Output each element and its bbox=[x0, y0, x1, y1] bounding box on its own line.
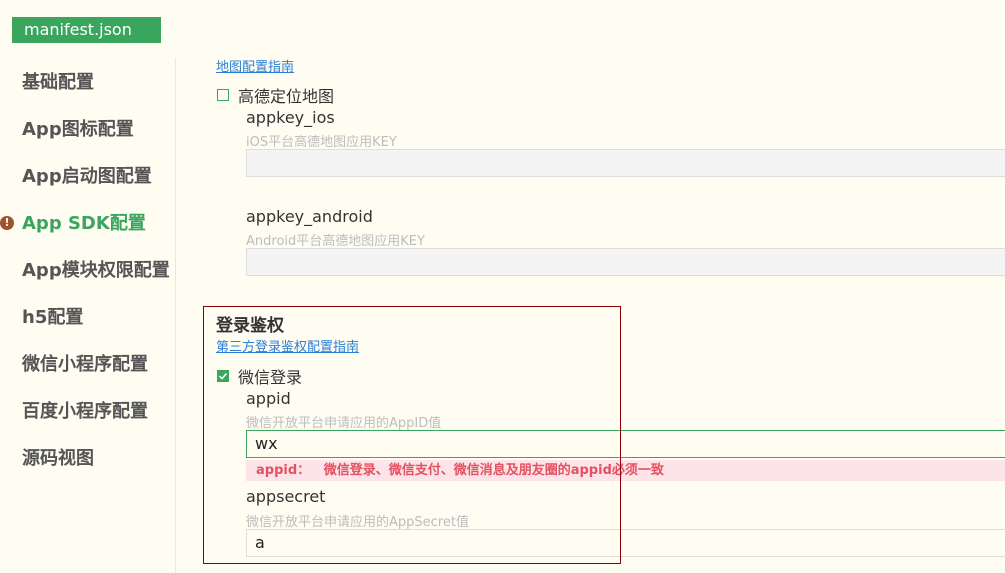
appid-error-message: appid： 微信登录、微信支付、微信消息及朋友圈的appid必须一致 bbox=[246, 460, 1005, 481]
appsecret-input[interactable]: a bbox=[246, 529, 1005, 557]
wechat-login-label: 微信登录 bbox=[238, 368, 303, 387]
appsecret-label: appsecret bbox=[246, 487, 326, 506]
exclamation-icon: ! bbox=[0, 216, 14, 230]
map-guide-link[interactable]: 地图配置指南 bbox=[216, 56, 294, 75]
sidebar-divider bbox=[175, 58, 176, 573]
sidebar-item-baidu-mp[interactable]: 百度小程序配置 bbox=[22, 398, 148, 426]
gaode-map-checkbox-row[interactable]: 高德定位地图 bbox=[217, 84, 334, 106]
appid-hint: 微信开放平台申请应用的AppID值 bbox=[246, 416, 442, 431]
gaode-map-label: 高德定位地图 bbox=[238, 87, 335, 106]
sidebar-item-app-splash[interactable]: App启动图配置 bbox=[22, 163, 152, 191]
sidebar-item-app-sdk[interactable]: App SDK配置 bbox=[22, 210, 146, 238]
checkmark-icon bbox=[218, 372, 228, 380]
appkey-android-hint: Android平台高德地图应用KEY bbox=[246, 234, 425, 249]
sidebar-item-h5[interactable]: h5配置 bbox=[22, 304, 83, 332]
login-section-title: 登录鉴权 bbox=[216, 316, 284, 336]
appid-input[interactable]: wx bbox=[246, 430, 1005, 458]
sidebar-item-basic[interactable]: 基础配置 bbox=[22, 69, 94, 97]
file-tab-manifest[interactable]: manifest.json bbox=[12, 17, 161, 43]
appkey-ios-input[interactable] bbox=[246, 149, 1005, 177]
wechat-login-checkbox[interactable] bbox=[217, 370, 229, 382]
appid-label: appid bbox=[246, 389, 291, 408]
gaode-map-checkbox[interactable] bbox=[217, 89, 229, 101]
wechat-login-checkbox-row[interactable]: 微信登录 bbox=[217, 365, 302, 387]
sidebar-item-source-view[interactable]: 源码视图 bbox=[22, 445, 94, 473]
sidebar-item-wechat-mp[interactable]: 微信小程序配置 bbox=[22, 351, 148, 379]
appkey-ios-label: appkey_ios bbox=[246, 108, 335, 127]
sidebar-item-app-icon[interactable]: App图标配置 bbox=[22, 116, 134, 144]
appkey-android-label: appkey_android bbox=[246, 207, 373, 226]
appkey-android-input[interactable] bbox=[246, 248, 1005, 276]
login-guide-link[interactable]: 第三方登录鉴权配置指南 bbox=[216, 336, 359, 355]
appsecret-hint: 微信开放平台申请应用的AppSecret值 bbox=[246, 515, 469, 530]
sidebar-item-app-permissions[interactable]: App模块权限配置 bbox=[22, 257, 170, 285]
appkey-ios-hint: iOS平台高德地图应用KEY bbox=[246, 135, 397, 150]
